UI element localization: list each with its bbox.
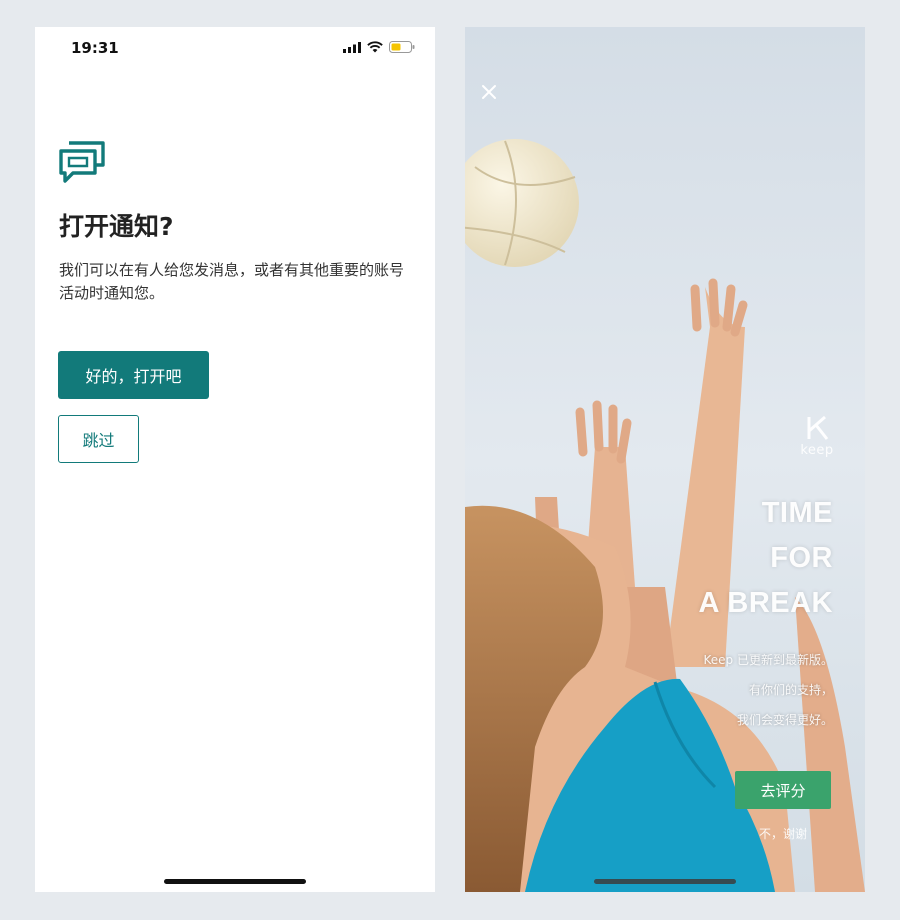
headline: TIME FOR A BREAK (698, 491, 833, 626)
rate-button[interactable]: 去评分 (735, 771, 831, 809)
cellular-signal-icon (343, 41, 361, 53)
headline-line: FOR (770, 542, 833, 574)
wifi-icon (367, 41, 383, 53)
status-bar: 19:31 (35, 27, 435, 71)
decline-link[interactable]: 不，谢谢 (735, 825, 831, 842)
home-indicator (164, 879, 306, 884)
chat-bubbles-icon (59, 141, 105, 183)
keep-logo: keep (795, 415, 839, 458)
message-line: 有你们的支持， (748, 683, 833, 697)
page-title: 打开通知? (59, 212, 174, 241)
description-text: 我们可以在有人给您发消息，或者有其他重要的账号活动时通知您。 (59, 261, 405, 302)
keep-k-icon (807, 415, 829, 440)
skip-button[interactable]: 跳过 (58, 415, 139, 463)
battery-icon (389, 41, 415, 53)
message-line: Keep 已更新到最新版。 (703, 653, 833, 667)
close-icon[interactable] (477, 80, 501, 104)
status-time: 19:31 (71, 39, 119, 57)
volleyball-photo (465, 27, 865, 892)
message-line: 我们会变得更好。 (736, 713, 833, 727)
status-icons (343, 41, 415, 53)
notification-permission-screen: 19:31 打开通知? 我们可以在有人给您发消息，或者有其他重要的账号活动时通知… (35, 27, 435, 892)
headline-line: A BREAK (698, 587, 833, 619)
home-indicator (594, 879, 736, 884)
enable-notifications-button[interactable]: 好的，打开吧 (58, 351, 209, 399)
keep-brand-text: keep (800, 443, 834, 458)
keep-rate-screen: keep TIME FOR A BREAK Keep 已更新到最新版。 有你们的… (465, 27, 865, 892)
headline-line: TIME (761, 497, 833, 529)
